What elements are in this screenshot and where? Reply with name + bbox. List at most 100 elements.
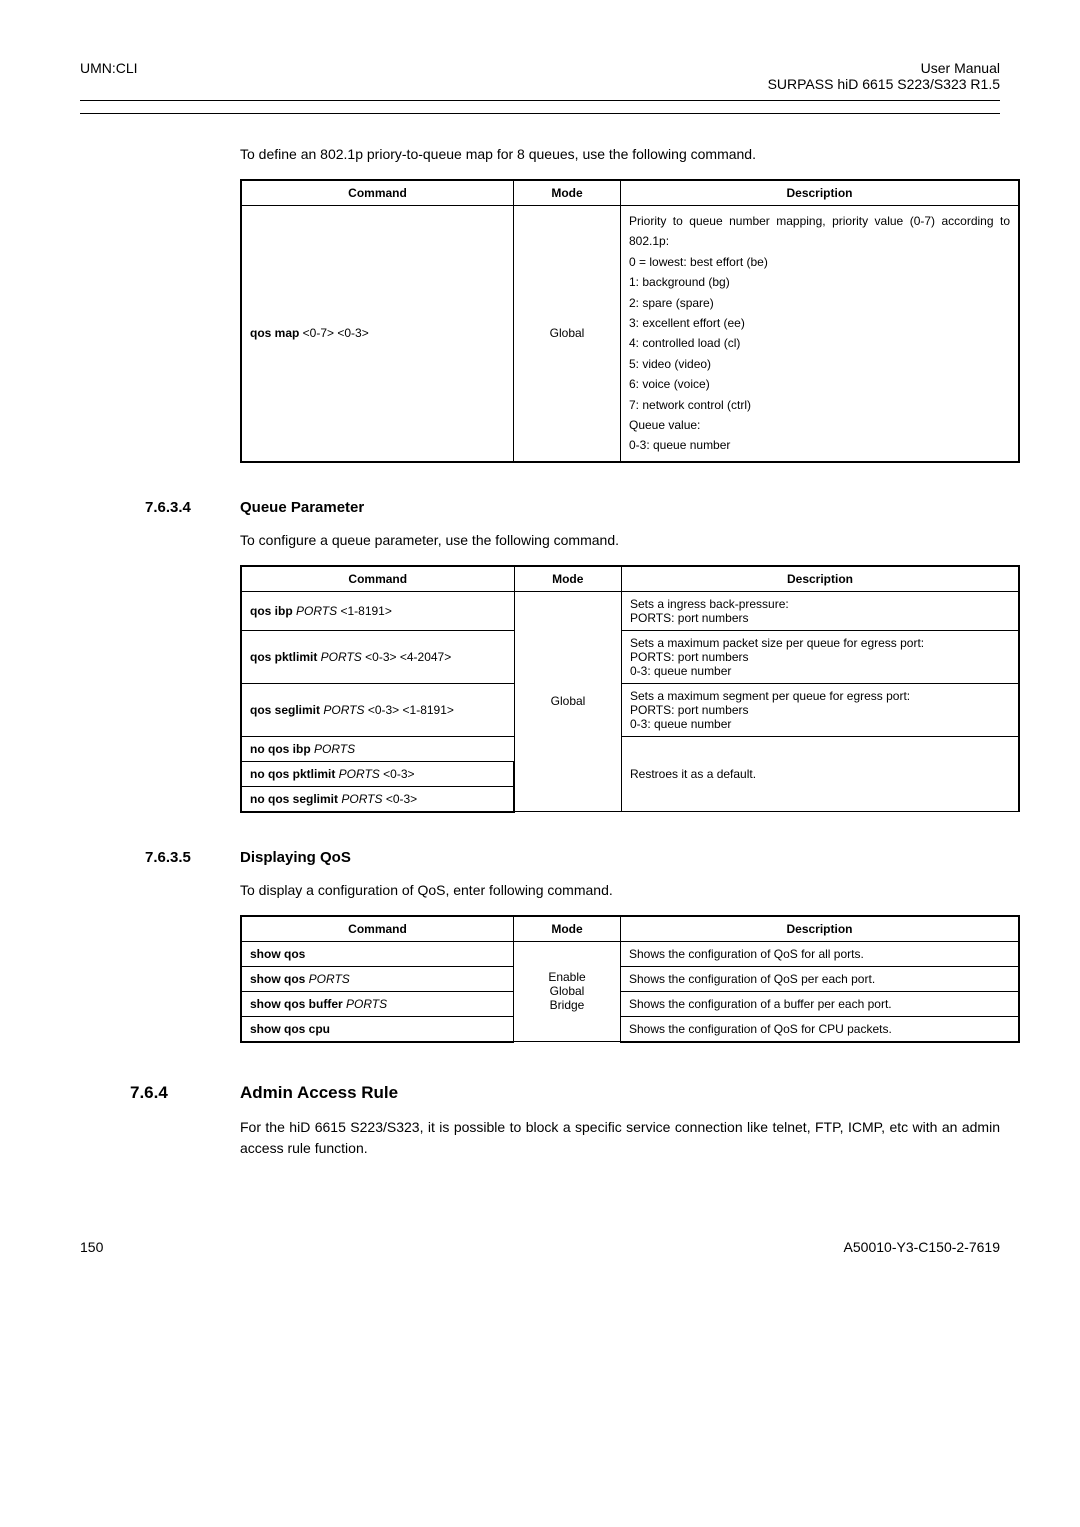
d-r1-b: show qos — [250, 947, 305, 961]
q-r2-desc: Sets a maximum packet size per queue for… — [622, 630, 1020, 683]
footer-doc: A50010-Y3-C150-2-7619 — [844, 1239, 1000, 1255]
header-rule-1 — [80, 100, 1000, 101]
map-cmd-bold: qos map — [250, 326, 299, 340]
q-r2-e: <0-3> <4-2047> — [362, 650, 451, 664]
map-desc-4: 3: excellent effort (ee) — [629, 313, 1010, 333]
th-mode: Mode — [514, 916, 621, 942]
sec-admin-num: 7.6.4 — [130, 1083, 210, 1103]
q-r3-d2: 0-3: queue number — [630, 717, 1010, 731]
map-desc-1: 0 = lowest: best effort (be) — [629, 252, 1010, 272]
d-r4-desc: Shows the configuration of QoS for CPU p… — [621, 1016, 1020, 1042]
d-r2-i: PORTS — [305, 972, 349, 986]
sec-queue-num: 7.6.3.4 — [145, 499, 210, 516]
d-r2-b: show qos — [250, 972, 305, 986]
q-r2-d2: 0-3: queue number — [630, 664, 1010, 678]
q-r2-b: qos pktlimit — [250, 650, 317, 664]
sec-admin-para: For the hiD 6615 S223/S323, it is possib… — [240, 1117, 1000, 1159]
q-r6-i: PORTS — [338, 792, 382, 806]
map-desc-7: 6: voice (voice) — [629, 374, 1010, 394]
th-command: Command — [241, 916, 514, 942]
d-r3-b: show qos buffer — [250, 997, 343, 1011]
q-r4-b: no qos ibp — [250, 742, 311, 756]
queue-table: Command Mode Description qos ibp PORTS <… — [240, 565, 1020, 813]
map-desc-5: 4: controlled load (cl) — [629, 333, 1010, 353]
map-cmd-args: <0-7> <0-3> — [299, 326, 368, 340]
d-mode-2: Bridge — [522, 998, 612, 1012]
map-table: Command Mode Description qos map <0-7> <… — [240, 179, 1020, 463]
q-r5-b: no qos pktlimit — [250, 767, 335, 781]
header-right-sub: SURPASS hiD 6615 S223/S323 R1.5 — [80, 76, 1000, 92]
sec-queue-intro: To configure a queue parameter, use the … — [240, 530, 1000, 551]
th-command: Command — [241, 566, 514, 592]
q-r456-desc: Restroes it as a default. — [622, 736, 1020, 812]
map-desc-10: 0-3: queue number — [629, 435, 1010, 455]
d-r3-i: PORTS — [343, 997, 387, 1011]
map-desc-2: 1: background (bg) — [629, 272, 1010, 292]
d-r1-cmd: show qos — [241, 941, 514, 966]
q-r2-d1: PORTS: port numbers — [630, 650, 1010, 664]
q-r2-i: PORTS — [317, 650, 361, 664]
q-r1-d1: PORTS: port numbers — [630, 611, 1010, 625]
sec-admin-heading: 7.6.4 Admin Access Rule — [130, 1083, 1000, 1103]
q-r1-e: <1-8191> — [337, 604, 392, 618]
d-r2-cmd: show qos PORTS — [241, 966, 514, 991]
d-r2-desc: Shows the configuration of QoS per each … — [621, 966, 1020, 991]
map-cmd: qos map <0-7> <0-3> — [241, 206, 514, 462]
th-command: Command — [241, 180, 514, 206]
sec-queue-heading: 7.6.3.4 Queue Parameter — [145, 499, 1000, 516]
map-mode: Global — [514, 206, 621, 462]
footer-page: 150 — [80, 1239, 103, 1255]
th-mode: Mode — [514, 566, 622, 592]
q-r6-e: <0-3> — [382, 792, 417, 806]
q-r3-desc: Sets a maximum segment per queue for egr… — [622, 683, 1020, 736]
sec-display-heading: 7.6.3.5 Displaying QoS — [145, 849, 1000, 866]
sec-display-intro: To display a configuration of QoS, enter… — [240, 880, 1000, 901]
d-r3-desc: Shows the configuration of a buffer per … — [621, 991, 1020, 1016]
q-r3-e: <0-3> <1-8191> — [364, 703, 453, 717]
sec-queue-title: Queue Parameter — [240, 499, 364, 516]
d-r1-desc: Shows the configuration of QoS for all p… — [621, 941, 1020, 966]
q-r3-i: PORTS — [320, 703, 364, 717]
th-description: Description — [621, 916, 1020, 942]
d-r3-cmd: show qos buffer PORTS — [241, 991, 514, 1016]
q-r1-i: PORTS — [293, 604, 337, 618]
q-r3-d0: Sets a maximum segment per queue for egr… — [630, 689, 1010, 703]
map-desc-3: 2: spare (spare) — [629, 293, 1010, 313]
q-r1-d0: Sets a ingress back-pressure: — [630, 597, 1010, 611]
map-desc-8: 7: network control (ctrl) — [629, 395, 1010, 415]
q-r5-e: <0-3> — [380, 767, 415, 781]
map-desc: Priority to queue number mapping, priori… — [621, 206, 1020, 462]
d-r4-b: show qos cpu — [250, 1022, 330, 1036]
q-r6-b: no qos seglimit — [250, 792, 338, 806]
th-mode: Mode — [514, 180, 621, 206]
sec-display-num: 7.6.3.5 — [145, 849, 210, 866]
intro-map: To define an 802.1p priory-to-queue map … — [240, 144, 1000, 165]
sec-display-title: Displaying QoS — [240, 849, 351, 866]
q-r4-cmd: no qos ibp PORTS — [241, 736, 514, 761]
q-r5-i: PORTS — [335, 767, 379, 781]
d-mode: Enable Global Bridge — [514, 941, 621, 1042]
q-r1-cmd: qos ibp PORTS <1-8191> — [241, 591, 514, 630]
th-description: Description — [621, 180, 1020, 206]
q-r3-b: qos seglimit — [250, 703, 320, 717]
map-desc-9: Queue value: — [629, 415, 1010, 435]
map-desc-6: 5: video (video) — [629, 354, 1010, 374]
q-r5-cmd: no qos pktlimit PORTS <0-3> — [241, 761, 514, 786]
d-mode-1: Global — [522, 984, 612, 998]
q-r1-desc: Sets a ingress back-pressure: PORTS: por… — [622, 591, 1020, 630]
map-desc-0: Priority to queue number mapping, priori… — [629, 211, 1010, 252]
display-table: Command Mode Description show qos Enable… — [240, 915, 1020, 1043]
d-r4-cmd: show qos cpu — [241, 1016, 514, 1042]
th-description: Description — [622, 566, 1020, 592]
q-r4-i: PORTS — [311, 742, 355, 756]
q-r2-cmd: qos pktlimit PORTS <0-3> <4-2047> — [241, 630, 514, 683]
q-r3-cmd: qos seglimit PORTS <0-3> <1-8191> — [241, 683, 514, 736]
q-r6-cmd: no qos seglimit PORTS <0-3> — [241, 786, 514, 812]
q-r3-d1: PORTS: port numbers — [630, 703, 1010, 717]
header-left: UMN:CLI — [80, 60, 138, 76]
page-footer: 150 A50010-Y3-C150-2-7619 — [80, 1239, 1000, 1255]
q-r2-d0: Sets a maximum packet size per queue for… — [630, 636, 1010, 650]
page-header: UMN:CLI User Manual — [80, 60, 1000, 76]
header-rule-2 — [80, 113, 1000, 114]
sec-admin-title: Admin Access Rule — [240, 1083, 398, 1103]
